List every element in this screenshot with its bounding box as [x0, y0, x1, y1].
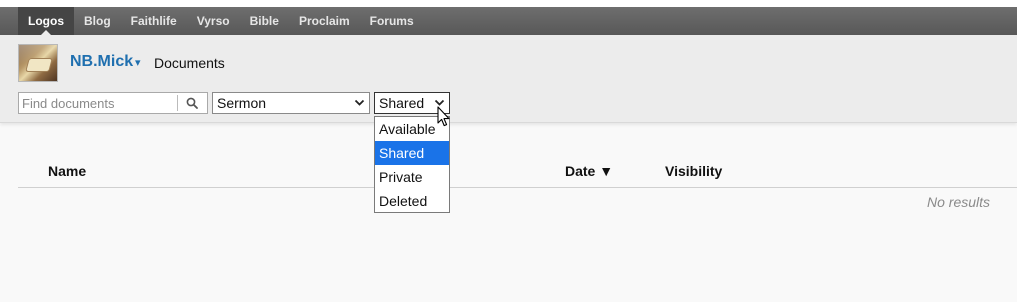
visibility-dropdown-list: Available Shared Private Deleted: [374, 116, 450, 213]
visibility-option-shared[interactable]: Shared: [375, 141, 449, 165]
top-navbar: Logos Blog Faithlife Vyrso Bible Proclai…: [0, 7, 1017, 35]
book-image: [26, 59, 52, 71]
visibility-value: Shared: [379, 95, 425, 111]
nav-item-faithlife[interactable]: Faithlife: [121, 7, 187, 35]
documents-header: NB.Mick ▾ Documents Sermon Shared: [0, 35, 1017, 123]
nav-item-blog[interactable]: Blog: [74, 7, 121, 35]
visibility-option-deleted[interactable]: Deleted: [375, 189, 449, 213]
avatar[interactable]: [18, 44, 58, 82]
column-header-name[interactable]: Name: [48, 163, 86, 179]
nav-item-vyrso[interactable]: Vyrso: [187, 7, 240, 35]
search-input[interactable]: [19, 93, 177, 113]
top-strip: [0, 0, 1017, 7]
user-menu-caret-icon[interactable]: ▾: [135, 56, 141, 69]
search-icon: [187, 97, 199, 109]
nav-item-forums[interactable]: Forums: [360, 7, 424, 35]
nav-item-bible[interactable]: Bible: [240, 7, 289, 35]
mouse-cursor-icon: [437, 106, 450, 127]
chevron-down-icon: [354, 99, 365, 106]
page-title: Documents: [154, 55, 225, 71]
search-box: [18, 92, 208, 114]
search-button[interactable]: [178, 93, 207, 113]
column-header-date[interactable]: Date ▼: [565, 163, 613, 179]
column-header-visibility[interactable]: Visibility: [665, 163, 722, 179]
nav-item-proclaim[interactable]: Proclaim: [289, 7, 360, 35]
table-divider: [18, 187, 1017, 188]
visibility-option-private[interactable]: Private: [375, 165, 449, 189]
empty-state-text: No results: [927, 194, 991, 210]
document-type-value: Sermon: [217, 95, 267, 111]
user-name-link[interactable]: NB.Mick: [70, 53, 133, 71]
document-type-select[interactable]: Sermon: [212, 92, 370, 114]
nav-item-logos[interactable]: Logos: [18, 7, 74, 35]
